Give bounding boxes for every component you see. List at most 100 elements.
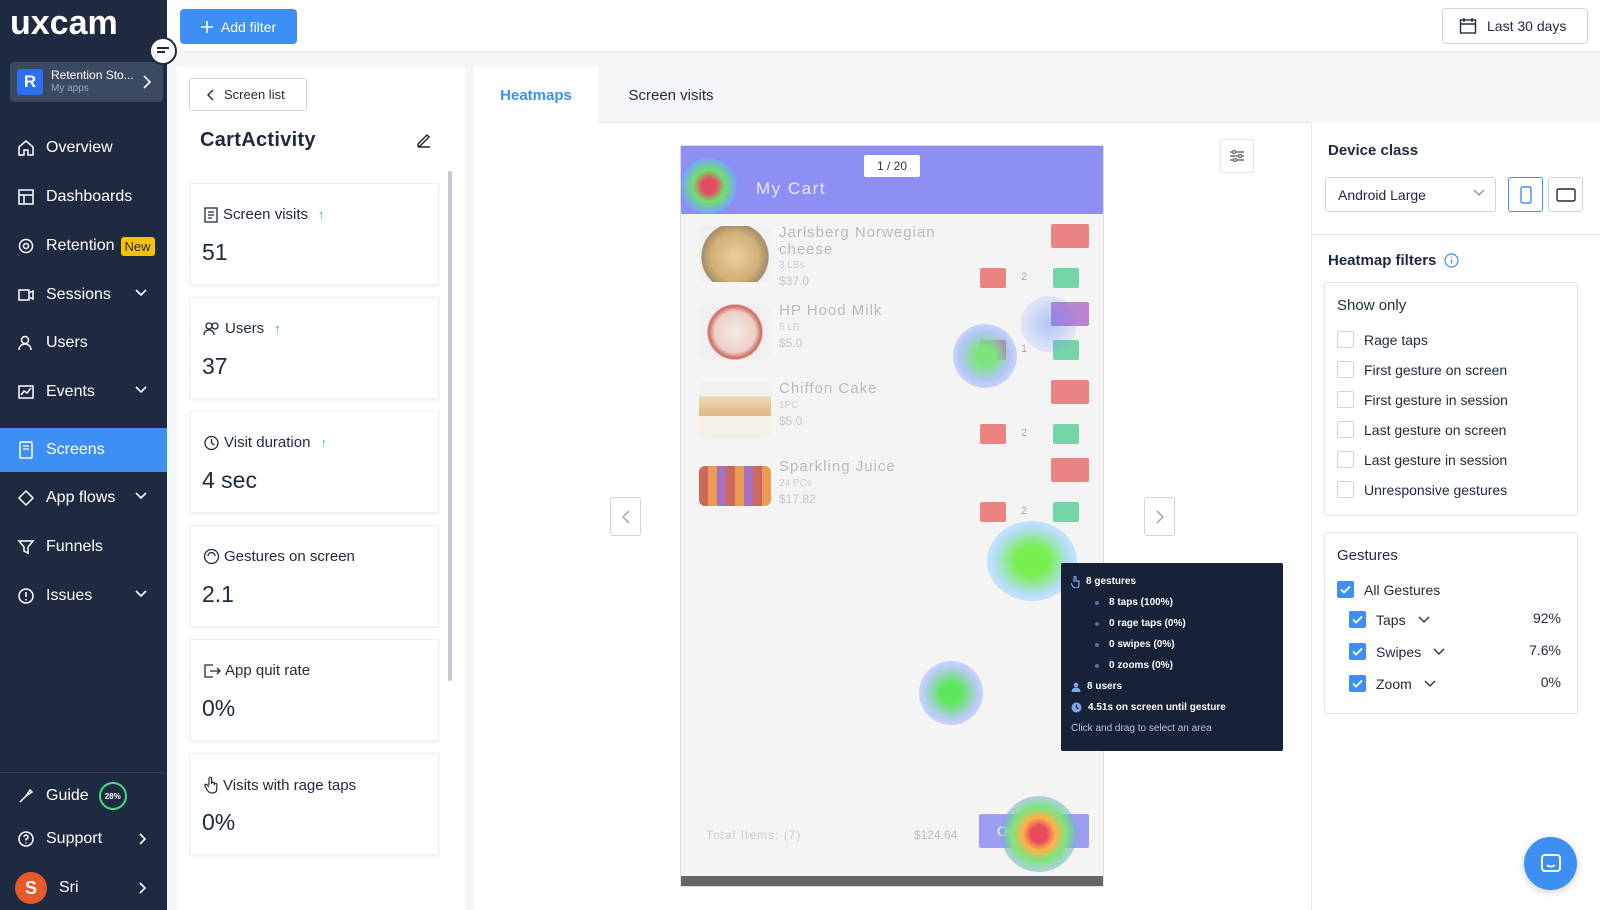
calendar-icon bbox=[1459, 18, 1477, 34]
checkbox-checked[interactable] bbox=[1349, 675, 1366, 692]
total-items: Total Items: (7) bbox=[706, 828, 802, 842]
last-gesture-screen-checkbox[interactable]: Last gesture on screen bbox=[1337, 421, 1506, 438]
nav-dashboards[interactable]: Dashboards bbox=[0, 175, 167, 219]
product-name: HP Hood Milk bbox=[779, 302, 883, 319]
tooltip-swipes: 0 swipes (0%) bbox=[1109, 639, 1175, 650]
info-icon[interactable] bbox=[1444, 253, 1459, 268]
checkbox-checked[interactable] bbox=[1337, 581, 1354, 598]
next-screenshot-button[interactable] bbox=[1144, 497, 1175, 536]
first-gesture-session-checkbox[interactable]: First gesture in session bbox=[1337, 391, 1508, 408]
nav-users[interactable]: Users bbox=[0, 321, 167, 365]
collapse-sidebar-button[interactable] bbox=[149, 37, 177, 65]
product-unit: 1PC bbox=[779, 400, 799, 411]
product-image bbox=[699, 226, 771, 282]
filter-panel: Device class Android Large Heatmap filte… bbox=[1311, 122, 1600, 910]
plus-button bbox=[1053, 424, 1079, 444]
device-class-select[interactable]: Android Large bbox=[1325, 177, 1496, 212]
screen-list-button[interactable]: Screen list bbox=[189, 78, 307, 111]
add-filter-button[interactable]: Add filter bbox=[180, 9, 297, 44]
first-gesture-screen-checkbox[interactable]: First gesture on screen bbox=[1337, 361, 1507, 378]
tooltip-rage-row: 0 rage taps (0%) bbox=[1071, 613, 1273, 634]
all-gestures-checkbox[interactable]: All Gestures bbox=[1337, 581, 1440, 598]
heatmap-hotspot bbox=[919, 661, 983, 725]
checkbox[interactable] bbox=[1337, 391, 1354, 408]
phone-view-button[interactable] bbox=[1508, 177, 1543, 212]
zoom-percent: 0% bbox=[1540, 674, 1561, 690]
app-screen-title: My Cart bbox=[756, 179, 826, 198]
nav-overview[interactable]: Overview bbox=[0, 126, 167, 170]
tab-screen-visits[interactable]: Screen visits bbox=[598, 67, 744, 123]
edit-icon[interactable] bbox=[415, 131, 433, 149]
chevron-down-icon[interactable] bbox=[1418, 616, 1430, 624]
checkbox[interactable] bbox=[1337, 421, 1354, 438]
nav-screens[interactable]: Screens bbox=[0, 428, 167, 472]
nav-sessions[interactable]: Sessions bbox=[0, 273, 167, 317]
nav-funnels[interactable]: Funnels bbox=[0, 525, 167, 569]
nav-overview-label: Overview bbox=[46, 139, 113, 156]
nav-events[interactable]: Events bbox=[0, 370, 167, 414]
cart-item: Jarlsberg Norwegian cheese 3 LBs $37.0 2 bbox=[681, 216, 1103, 294]
checkbox[interactable] bbox=[1337, 331, 1354, 348]
zoom-checkbox[interactable]: Zoom bbox=[1349, 675, 1436, 692]
checkbox[interactable] bbox=[1337, 361, 1354, 378]
nav-user-profile[interactable]: S Sri bbox=[0, 866, 167, 910]
date-range-button[interactable]: Last 30 days bbox=[1442, 8, 1588, 44]
clipboard-icon bbox=[204, 207, 218, 223]
check-icon bbox=[1352, 647, 1363, 656]
swipes-checkbox[interactable]: Swipes bbox=[1349, 643, 1445, 660]
uxcam-logo[interactable]: uxcam bbox=[10, 2, 150, 42]
nav-guide[interactable]: Guide 28% bbox=[0, 774, 167, 818]
user-icon bbox=[1071, 682, 1081, 692]
nav-support[interactable]: Support bbox=[0, 817, 167, 861]
checkbox-label: Last gesture on screen bbox=[1364, 421, 1507, 438]
app-switcher[interactable]: R Retention Sto... My apps bbox=[10, 62, 163, 102]
tab-bar: Heatmaps Screen visits bbox=[474, 67, 1311, 123]
chat-launcher-button[interactable] bbox=[1524, 837, 1577, 890]
checkbox-label: All Gestures bbox=[1364, 581, 1441, 598]
screen-list-label: Screen list bbox=[224, 87, 285, 102]
heatmap-filters-heading: Heatmap filters bbox=[1328, 252, 1459, 269]
events-icon bbox=[16, 382, 36, 402]
nav-issues[interactable]: Issues bbox=[0, 574, 167, 618]
checkbox[interactable] bbox=[1337, 481, 1354, 498]
chevron-down-icon[interactable] bbox=[1433, 648, 1445, 656]
taps-checkbox[interactable]: Taps bbox=[1349, 611, 1430, 628]
delete-button bbox=[1051, 380, 1089, 404]
gestures-title: Gestures bbox=[1337, 547, 1398, 564]
tooltip-zooms-row: 0 zooms (0%) bbox=[1071, 655, 1273, 676]
timer-icon bbox=[204, 435, 219, 451]
heatmap-settings-button[interactable] bbox=[1220, 139, 1254, 173]
tab-heatmaps[interactable]: Heatmaps bbox=[474, 67, 598, 123]
screen-screenshot[interactable]: My Cart 1 / 20 Jarlsberg Norwegian chees… bbox=[680, 145, 1104, 887]
plus-icon bbox=[200, 20, 213, 33]
checkbox[interactable] bbox=[1337, 451, 1354, 468]
previous-screenshot-button[interactable] bbox=[610, 497, 641, 536]
bullet-icon bbox=[1095, 642, 1099, 647]
stat-label: Users bbox=[225, 320, 265, 337]
plus-button bbox=[1053, 502, 1079, 522]
rage-taps-checkbox[interactable]: Rage taps bbox=[1337, 331, 1428, 348]
nav-retention[interactable]: Retention New bbox=[0, 224, 167, 268]
logo-text: uxcam bbox=[10, 4, 118, 42]
unresponsive-gestures-checkbox[interactable]: Unresponsive gestures bbox=[1337, 481, 1507, 498]
stats-scrollbar[interactable] bbox=[448, 171, 452, 681]
stat-label: Gestures on screen bbox=[224, 548, 355, 565]
last-gesture-session-checkbox[interactable]: Last gesture in session bbox=[1337, 451, 1507, 468]
tablet-view-button[interactable] bbox=[1548, 177, 1583, 212]
checkbox-label: Swipes bbox=[1376, 643, 1422, 660]
stat-card-screen-visits: Screen visits ↑ 51 bbox=[190, 183, 439, 285]
checkbox-label: Last gesture in session bbox=[1364, 451, 1508, 468]
nav-app-flows[interactable]: App flows bbox=[0, 476, 167, 520]
hand-icon bbox=[1071, 575, 1080, 588]
chevron-down-icon bbox=[135, 386, 147, 394]
chevron-down-icon[interactable] bbox=[1424, 680, 1436, 688]
nav-issues-label: Issues bbox=[46, 587, 93, 604]
checkbox-checked[interactable] bbox=[1349, 643, 1366, 660]
stat-value: 2.1 bbox=[202, 581, 234, 607]
chevron-right-icon bbox=[139, 882, 147, 894]
quantity: 1 bbox=[1021, 343, 1028, 355]
page-indicator: 1 / 20 bbox=[864, 155, 920, 177]
checkbox-checked[interactable] bbox=[1349, 611, 1366, 628]
stat-label: Screen visits bbox=[223, 206, 309, 223]
checkbox-label: Unresponsive gestures bbox=[1364, 481, 1508, 498]
